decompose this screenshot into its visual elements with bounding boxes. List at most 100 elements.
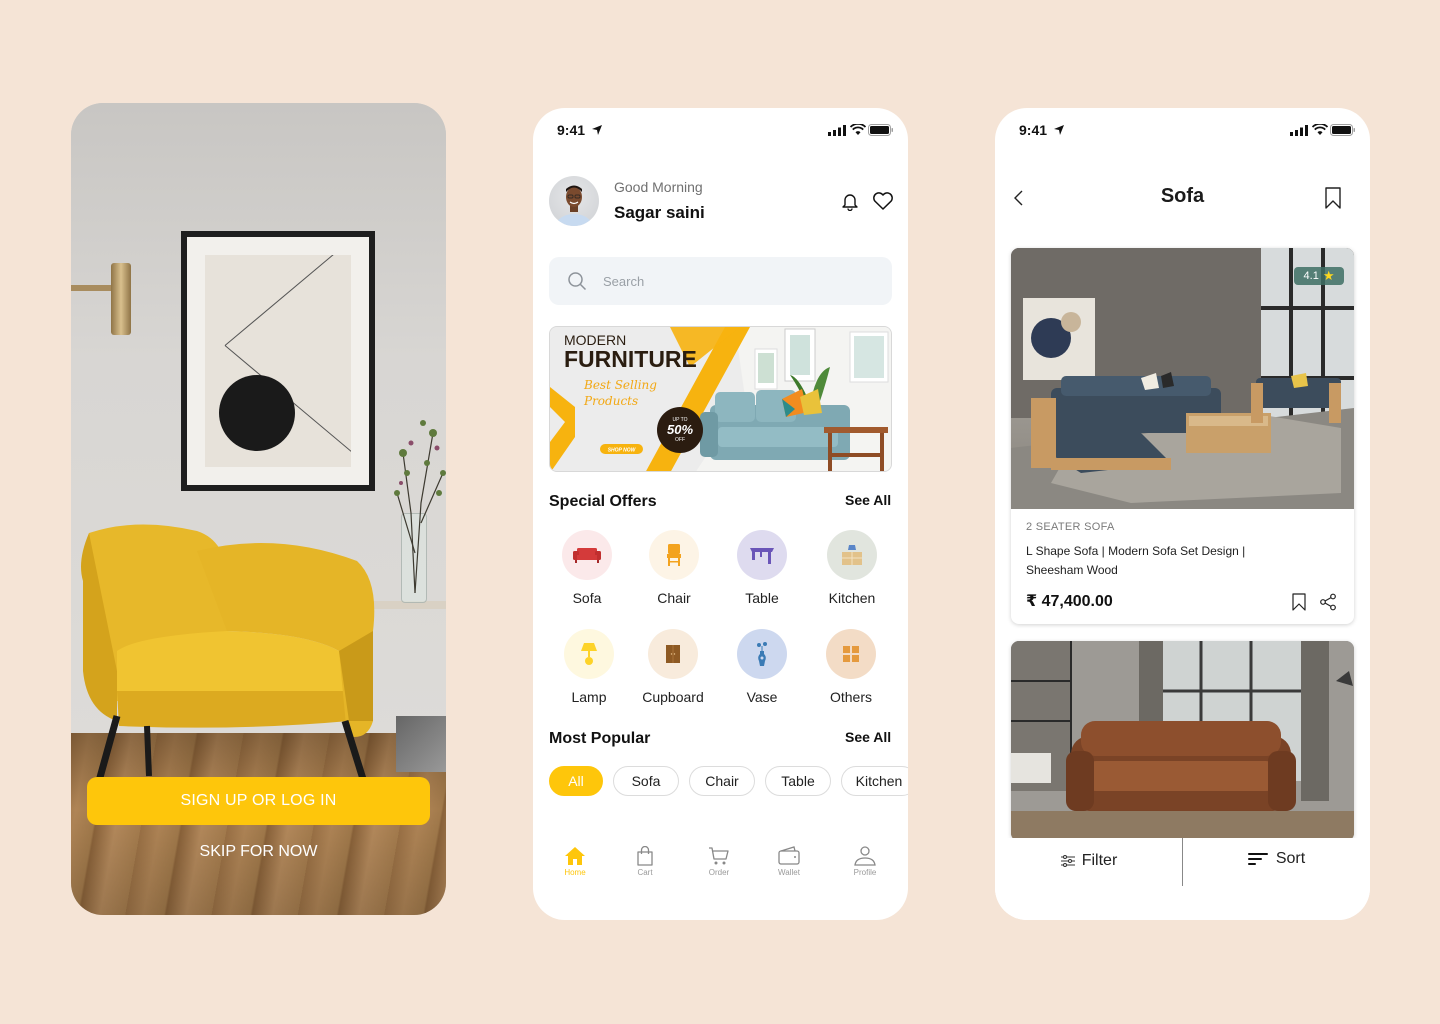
nav-label: Profile: [853, 868, 877, 877]
sort-lines-icon: [1247, 853, 1268, 865]
star-icon: ★: [1322, 268, 1335, 283]
skip-for-now-button[interactable]: SKIP FOR NOW: [87, 839, 430, 865]
banner-line2: FURNITURE: [564, 346, 697, 372]
search-bar[interactable]: [549, 257, 892, 305]
battery-icon: [868, 124, 893, 136]
category-label: Kitchen: [828, 590, 876, 606]
wall-art-frame: [181, 231, 375, 491]
nav-profile[interactable]: Profile: [840, 846, 890, 877]
profile-icon: [854, 846, 876, 866]
cellular-signal-icon: [1290, 125, 1308, 136]
filter-sort-bar: Filter Sort: [995, 838, 1370, 920]
cupboard-icon: [666, 645, 680, 663]
greeting-text: Good Morning: [614, 179, 703, 195]
nav-label: Home: [564, 868, 586, 877]
category-sofa[interactable]: Sofa: [547, 530, 627, 606]
others-grid-icon: [843, 646, 859, 662]
user-name: Sagar saini: [614, 203, 705, 222]
notification-bell-icon[interactable]: [840, 191, 860, 211]
chip-all[interactable]: All: [549, 766, 603, 796]
category-bubble: [562, 530, 612, 580]
product-card[interactable]: [1011, 641, 1354, 841]
banner-shop-now[interactable]: SHOP NOW: [608, 448, 637, 454]
product-subtitle: 2 SEATER SOFA: [1026, 521, 1115, 533]
status-bar: 9:41: [533, 108, 908, 152]
bookmark-icon[interactable]: [1324, 187, 1342, 209]
onboarding-screen: SIGN UP OR LOG IN SKIP FOR NOW: [71, 103, 446, 915]
wifi-icon: [850, 124, 866, 135]
filter-label: Filter: [1081, 852, 1118, 869]
badge-value: 50%: [667, 422, 693, 437]
table-icon: [750, 548, 774, 564]
promo-banner[interactable]: MODERN FURNITURE Best Selling Products U…: [549, 326, 892, 472]
location-arrow-icon: [592, 125, 602, 135]
vase-icon: [757, 642, 767, 666]
save-bookmark-icon[interactable]: [1292, 593, 1306, 611]
category-label: Others: [829, 689, 872, 705]
category-kitchen[interactable]: Kitchen: [812, 530, 892, 606]
chair-icon: [667, 544, 681, 566]
category-bubble: [827, 530, 877, 580]
lamp-icon: [581, 643, 597, 665]
product-image: 4.1 ★: [1011, 248, 1354, 509]
category-label: Lamp: [571, 689, 607, 705]
category-bubble: [648, 629, 698, 679]
user-avatar[interactable]: [549, 176, 599, 226]
sliders-icon: [1060, 855, 1075, 867]
rating-badge: 4.1 ★: [1294, 267, 1344, 285]
signup-login-button[interactable]: SIGN UP OR LOG IN: [87, 777, 430, 825]
status-bar: 9:41: [995, 108, 1370, 152]
nav-cart[interactable]: Cart: [620, 846, 670, 877]
bottom-navigation: Home Cart Order Wallet Profile: [533, 846, 908, 886]
sort-button[interactable]: Sort: [1183, 838, 1370, 880]
location-arrow-icon: [1054, 125, 1064, 135]
category-vase[interactable]: Vase: [722, 629, 802, 705]
promo-banner-art: MODERN FURNITURE Best Selling Products U…: [550, 327, 891, 471]
share-icon[interactable]: [1319, 593, 1337, 611]
wifi-icon: [1312, 124, 1328, 135]
search-input[interactable]: [603, 257, 873, 305]
product-price: ₹ 47,400.00: [1026, 593, 1113, 610]
most-popular-see-all[interactable]: See All: [845, 729, 891, 745]
category-cupboard[interactable]: Cupboard: [633, 629, 713, 705]
category-lamp[interactable]: Lamp: [549, 629, 629, 705]
chip-chair[interactable]: Chair: [689, 766, 755, 796]
category-table[interactable]: Table: [722, 530, 802, 606]
rating-value: 4.1: [1303, 270, 1319, 282]
chip-kitchen[interactable]: Kitchen: [841, 766, 908, 796]
shopping-cart-icon: [709, 847, 729, 865]
home-icon: [565, 847, 585, 865]
product-card[interactable]: 4.1 ★ 2 SEATER SOFA L Shape Sofa | Moder…: [1011, 248, 1354, 624]
stone-block: [396, 716, 446, 772]
category-bubble: [564, 629, 614, 679]
home-screen: 9:41 Good Morning Sagar saini Search MOD…: [533, 108, 908, 920]
chip-sofa[interactable]: Sofa: [613, 766, 679, 796]
wishlist-heart-icon[interactable]: [872, 191, 894, 211]
nav-wallet[interactable]: Wallet: [764, 846, 814, 877]
sofa-listing-screen: 9:41 Sofa 4.1 ★ 2 SEATER SOFA L Shape So…: [995, 108, 1370, 920]
special-offers-see-all[interactable]: See All: [845, 492, 891, 508]
category-bubble: [737, 629, 787, 679]
category-label: Table: [745, 590, 779, 606]
product-description: L Shape Sofa | Modern Sofa Set Design | …: [1026, 544, 1246, 577]
banner-tagline1: Best Selling: [583, 378, 657, 392]
category-bubble: [737, 530, 787, 580]
sort-label: Sort: [1275, 850, 1306, 867]
category-chair[interactable]: Chair: [634, 530, 714, 606]
cellular-signal-icon: [828, 125, 846, 136]
filter-button[interactable]: Filter: [995, 838, 1182, 884]
plant-branches: [394, 420, 446, 593]
nav-label: Order: [708, 868, 730, 877]
status-time: 9:41: [1019, 122, 1048, 138]
nav-home[interactable]: Home: [550, 846, 600, 877]
nav-label: Cart: [637, 868, 653, 877]
category-others[interactable]: Others: [811, 629, 891, 705]
nav-label: Wallet: [778, 868, 800, 877]
category-label: Vase: [746, 689, 778, 705]
category-label: Sofa: [572, 590, 602, 606]
battery-icon: [1330, 124, 1355, 136]
category-bubble: [649, 530, 699, 580]
cart-bag-icon: [637, 846, 653, 866]
chip-table[interactable]: Table: [765, 766, 831, 796]
nav-order[interactable]: Order: [694, 846, 744, 877]
